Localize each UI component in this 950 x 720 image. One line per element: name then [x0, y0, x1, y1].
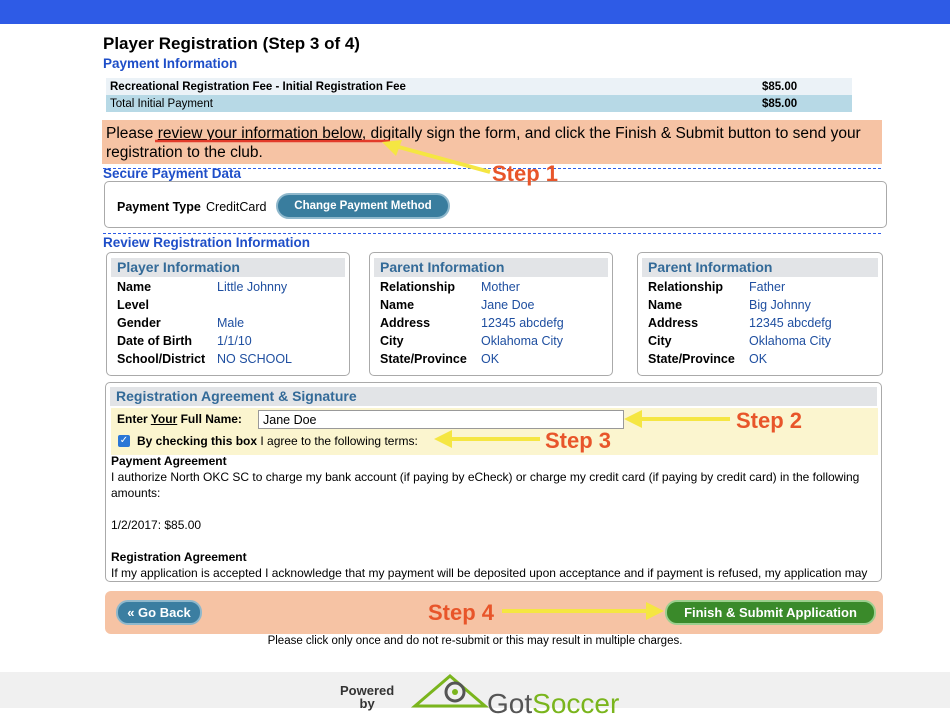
step2-arrowhead [624, 410, 642, 428]
step1-arrowhead [382, 140, 402, 156]
step2-label: Step 2 [736, 408, 803, 433]
step4-label: Step 4 [428, 600, 495, 625]
step1-arrow [394, 144, 491, 174]
step3-label: Step 3 [545, 428, 612, 453]
step3-arrowhead [434, 430, 452, 448]
step4-arrowhead [646, 602, 664, 620]
step1-label: Step 1 [492, 161, 559, 186]
